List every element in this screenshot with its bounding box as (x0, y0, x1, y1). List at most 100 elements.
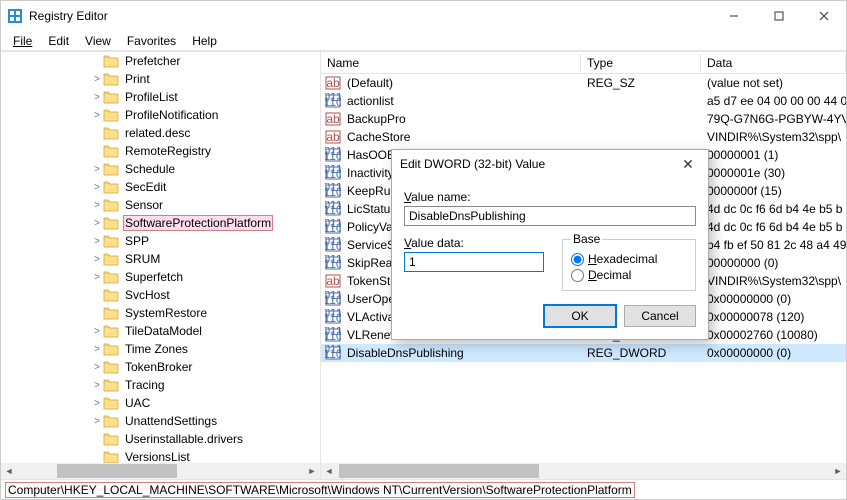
cell-name: BackupPro (341, 112, 581, 126)
expand-icon[interactable]: > (91, 236, 103, 247)
tree-item[interactable]: RemoteRegistry (1, 142, 320, 160)
svg-text:110: 110 (325, 221, 341, 235)
svg-text:110: 110 (325, 347, 341, 361)
base-label: Base (571, 232, 602, 246)
tree-item[interactable]: > Sensor (1, 196, 320, 214)
tree-item[interactable]: >TileDataModel (1, 322, 320, 340)
tree-item[interactable]: >Tracing (1, 376, 320, 394)
tree-item[interactable]: > Time Zones (1, 340, 320, 358)
value-icon: 011110 (325, 327, 341, 343)
column-type[interactable]: Type (581, 54, 701, 72)
folder-icon (103, 288, 119, 302)
expand-icon[interactable]: > (91, 380, 103, 391)
tree-item[interactable]: > UnattendSettings (1, 412, 320, 430)
list-row[interactable]: abCacheStoreVINDIR%\System32\spp\ (321, 128, 846, 146)
folder-icon (103, 108, 119, 122)
scroll-left-icon[interactable]: ◄ (1, 463, 17, 479)
menu-bar: File Edit View Favorites Help (1, 31, 846, 51)
tree-item[interactable]: >UAC (1, 394, 320, 412)
cell-name: (Default) (341, 76, 581, 90)
tree-pane[interactable]: Prefetcher > Print >ProfileList>ProfileNoti… (1, 52, 321, 479)
list-row[interactable]: ab(Default)REG_SZ(value not set) (321, 74, 846, 92)
cell-data: VINDIR%\System32\spp\ (701, 130, 846, 144)
folder-icon (103, 252, 119, 266)
ok-button[interactable]: OK (544, 305, 616, 327)
menu-help[interactable]: Help (184, 32, 225, 50)
expand-icon[interactable]: > (91, 344, 103, 355)
expand-icon[interactable]: > (91, 164, 103, 175)
expand-icon[interactable]: > (91, 362, 103, 373)
tree-item[interactable]: >SPP (1, 232, 320, 250)
tree-item[interactable]: Userinstallable.drivers (1, 430, 320, 448)
scroll-thumb[interactable] (339, 464, 539, 478)
menu-file[interactable]: File (5, 32, 40, 50)
scroll-right-icon[interactable]: ► (830, 463, 846, 479)
menu-edit[interactable]: Edit (40, 32, 77, 50)
hexadecimal-label: Hexadecimal (588, 252, 657, 266)
expand-icon[interactable]: > (91, 92, 103, 103)
list-hscrollbar[interactable]: ◄ ► (321, 463, 846, 479)
value-data-input[interactable] (404, 252, 544, 272)
expand-icon[interactable]: > (91, 218, 103, 229)
list-row[interactable]: 011110DisableDnsPublishingREG_DWORD0x000… (321, 344, 846, 362)
tree-hscrollbar[interactable]: ◄ ► (1, 463, 320, 479)
expand-icon[interactable]: > (91, 272, 103, 283)
tree-item-label: SystemRestore (123, 306, 209, 320)
column-name[interactable]: Name (321, 54, 581, 72)
tree-item-label: Sensor (123, 198, 165, 212)
minimize-button[interactable] (711, 1, 756, 31)
tree-item-label: related.desc (123, 126, 192, 140)
column-data[interactable]: Data (701, 54, 846, 72)
cell-data: 4d dc 0c f6 6d b4 4e b5 b (701, 220, 846, 234)
svg-text:ab: ab (326, 76, 340, 90)
dialog-close-button[interactable]: ✕ (676, 156, 700, 173)
tree-item[interactable]: > Print (1, 70, 320, 88)
expand-icon[interactable]: > (91, 110, 103, 121)
tree-item[interactable]: >ProfileNotification (1, 106, 320, 124)
scroll-left-icon[interactable]: ◄ (321, 463, 337, 479)
list-row[interactable]: abBackupPro79Q-G7N6G-PGBYW-4YV (321, 110, 846, 128)
value-icon: 011110 (325, 93, 341, 109)
tree-item-label: Time Zones (123, 342, 190, 356)
value-icon: 011110 (325, 309, 341, 325)
menu-view[interactable]: View (77, 32, 119, 50)
tree-item[interactable]: >Superfetch (1, 268, 320, 286)
value-icon: 011110 (325, 291, 341, 307)
expand-icon[interactable]: > (91, 74, 103, 85)
expand-icon[interactable]: > (91, 200, 103, 211)
tree-item[interactable]: >SecEdit (1, 178, 320, 196)
maximize-button[interactable] (756, 1, 801, 31)
tree-item-label: Print (123, 72, 152, 86)
scroll-right-icon[interactable]: ► (304, 463, 320, 479)
tree-item[interactable]: related.desc (1, 124, 320, 142)
menu-favorites[interactable]: Favorites (119, 32, 184, 50)
hexadecimal-radio[interactable] (571, 253, 584, 266)
cell-data: VINDIR%\System32\spp\ (701, 274, 846, 288)
tree-item[interactable]: >TokenBroker (1, 358, 320, 376)
list-row[interactable]: 011110actionlista5 d7 ee 04 00 00 00 44 … (321, 92, 846, 110)
cell-data: 0x00000078 (120) (701, 310, 846, 324)
cancel-button[interactable]: Cancel (624, 305, 696, 327)
expand-icon[interactable]: > (91, 416, 103, 427)
value-icon: 011110 (325, 255, 341, 271)
value-name-input[interactable] (404, 206, 696, 226)
expand-icon[interactable]: > (91, 182, 103, 193)
cell-data: 0000001e (30) (701, 166, 846, 180)
value-icon: 011110 (325, 183, 341, 199)
tree-item[interactable]: >Schedule (1, 160, 320, 178)
tree-item[interactable]: SvcHost (1, 286, 320, 304)
tree-item[interactable]: Prefetcher (1, 52, 320, 70)
tree-item[interactable]: > SoftwareProtectionPlatform (1, 214, 320, 232)
tree-item[interactable]: >ProfileList (1, 88, 320, 106)
folder-icon (103, 324, 119, 338)
close-button[interactable] (801, 1, 846, 31)
expand-icon[interactable]: > (91, 326, 103, 337)
scroll-thumb[interactable] (57, 464, 177, 478)
tree-item[interactable]: >SRUM (1, 250, 320, 268)
expand-icon[interactable]: > (91, 254, 103, 265)
decimal-radio[interactable] (571, 269, 584, 282)
tree-item[interactable]: SystemRestore (1, 304, 320, 322)
expand-icon[interactable]: > (91, 398, 103, 409)
tree-item-label: UnattendSettings (123, 414, 219, 428)
tree-item-label: SoftwareProtectionPlatform (123, 215, 273, 231)
